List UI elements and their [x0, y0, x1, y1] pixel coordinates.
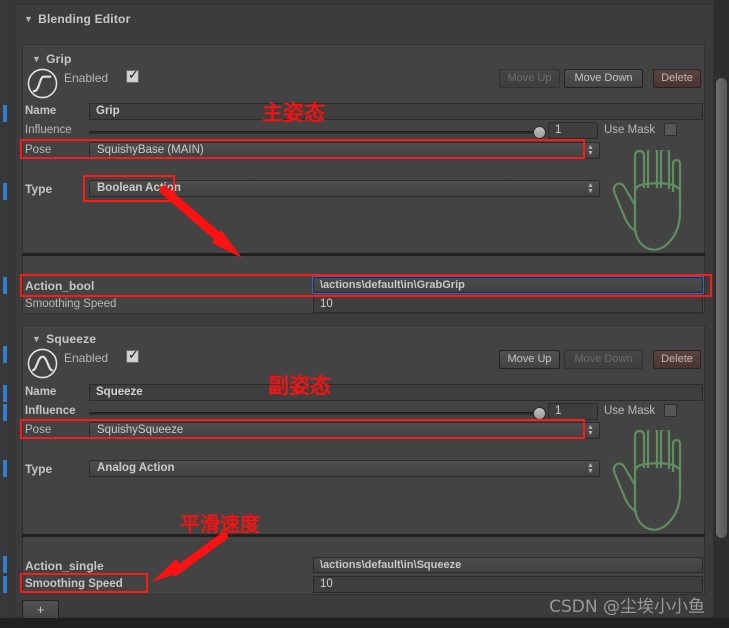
annotation-secondary-pose: 副姿态 — [268, 374, 331, 398]
grip-influence-value[interactable]: 1 — [548, 122, 598, 139]
squeeze-use-mask-checkbox[interactable] — [664, 404, 677, 417]
grip-use-mask-label: Use Mask — [604, 124, 656, 136]
grip-smoothing-input[interactable]: 10 — [313, 296, 703, 313]
squeeze-use-mask-label: Use Mask — [604, 405, 656, 417]
section-grip-title: Grip — [46, 52, 72, 66]
grip-smoothing-label: Smoothing Speed — [25, 298, 117, 310]
override-marker — [3, 576, 7, 593]
grip-divider — [22, 253, 705, 256]
grip-name-label: Name — [25, 105, 57, 117]
override-marker — [3, 346, 7, 363]
grip-influence-slider-knob[interactable] — [533, 126, 546, 139]
unity-inspector-window: ▼ Blending Editor ▼ Grip Enabled ✓ Move Up… — [0, 0, 729, 628]
squeeze-name-input[interactable]: Squeeze — [89, 384, 703, 401]
squeeze-action-label: Action_single — [25, 559, 104, 573]
grip-enabled-label: Enabled — [64, 71, 109, 85]
blending-editor-title: Blending Editor — [38, 12, 131, 26]
squeeze-divider — [22, 534, 705, 537]
override-marker — [3, 556, 7, 573]
squeeze-type-value: Analog Action — [97, 462, 175, 474]
grip-name-input[interactable]: Grip — [89, 103, 703, 120]
grip-move-down-button[interactable]: Move Down — [564, 69, 643, 88]
annotation-arrow-down-right — [159, 185, 242, 258]
override-marker — [3, 105, 7, 122]
prefab-override-gutter — [0, 0, 14, 628]
grip-use-mask-checkbox[interactable] — [664, 123, 677, 136]
grip-influence-slider[interactable] — [89, 131, 541, 134]
squeeze-action-objectfield[interactable]: \actions\default\in\Squeeze — [313, 557, 703, 573]
squeeze-influence-value[interactable]: 1 — [548, 403, 598, 420]
grip-move-up-button[interactable]: Move Up — [499, 69, 560, 88]
squeeze-move-down-button[interactable]: Move Down — [564, 350, 643, 369]
hand-outline-icon — [612, 430, 682, 531]
window-bottom-bar — [0, 618, 729, 628]
check-icon: ✓ — [128, 67, 139, 82]
squeeze-influence-slider[interactable] — [89, 412, 541, 415]
grip-delete-button[interactable]: Delete — [653, 69, 701, 88]
grip-type-label: Type — [25, 182, 53, 196]
updown-arrows-icon: ▲ ▼ — [587, 462, 594, 475]
squeeze-type-dropdown[interactable]: Analog Action ▲ ▼ — [89, 460, 600, 477]
updown-arrows-icon: ▲ ▼ — [587, 424, 594, 437]
override-marker — [3, 277, 7, 294]
section-squeeze-title: Squeeze — [46, 332, 97, 346]
chevron-down-icon: ▼ — [24, 14, 34, 24]
override-marker — [3, 385, 7, 402]
annotation-box-squeeze-pose — [20, 419, 585, 439]
grip-influence-label: Influence — [25, 124, 72, 136]
blending-editor-foldout[interactable]: ▼ Blending Editor — [24, 12, 130, 26]
override-marker — [3, 404, 7, 421]
squeeze-name-label: Name — [25, 386, 57, 398]
watermark: CSDN @尘埃小小鱼 — [549, 597, 705, 617]
override-marker — [3, 183, 7, 200]
grip-enabled-checkbox[interactable]: ✓ — [126, 67, 139, 83]
vertical-scrollbar-thumb[interactable] — [716, 78, 727, 538]
updown-arrows-icon: ▲ ▼ — [587, 144, 594, 157]
override-marker — [3, 460, 7, 477]
squeeze-smoothing-input[interactable]: 10 — [313, 576, 703, 593]
chevron-down-icon: ▼ — [32, 54, 42, 64]
squeeze-type-label: Type — [25, 462, 53, 476]
chevron-down-icon: ▼ — [32, 334, 42, 344]
arch-curve-icon — [27, 348, 58, 379]
squeeze-enabled-label: Enabled — [64, 351, 109, 365]
add-blend-button[interactable]: + — [22, 600, 59, 620]
step-curve-icon — [27, 68, 58, 99]
squeeze-delete-button[interactable]: Delete — [653, 350, 701, 369]
updown-arrows-icon: ▲ ▼ — [587, 182, 594, 195]
annotation-arrow-down-left — [152, 532, 228, 582]
section-squeeze-foldout[interactable]: ▼ Squeeze — [32, 332, 96, 346]
annotation-box-smoothing-speed — [20, 573, 148, 593]
check-icon: ✓ — [128, 347, 139, 362]
annotation-box-action-bool — [20, 274, 712, 297]
hand-outline-icon — [612, 150, 682, 251]
squeeze-move-up-button[interactable]: Move Up — [499, 350, 560, 369]
annotation-box-grip-pose — [20, 139, 585, 159]
squeeze-influence-label: Influence — [25, 405, 76, 417]
annotation-main-pose: 主姿态 — [262, 101, 325, 125]
section-grip-foldout[interactable]: ▼ Grip — [32, 52, 72, 66]
squeeze-enabled-checkbox[interactable]: ✓ — [126, 347, 139, 363]
